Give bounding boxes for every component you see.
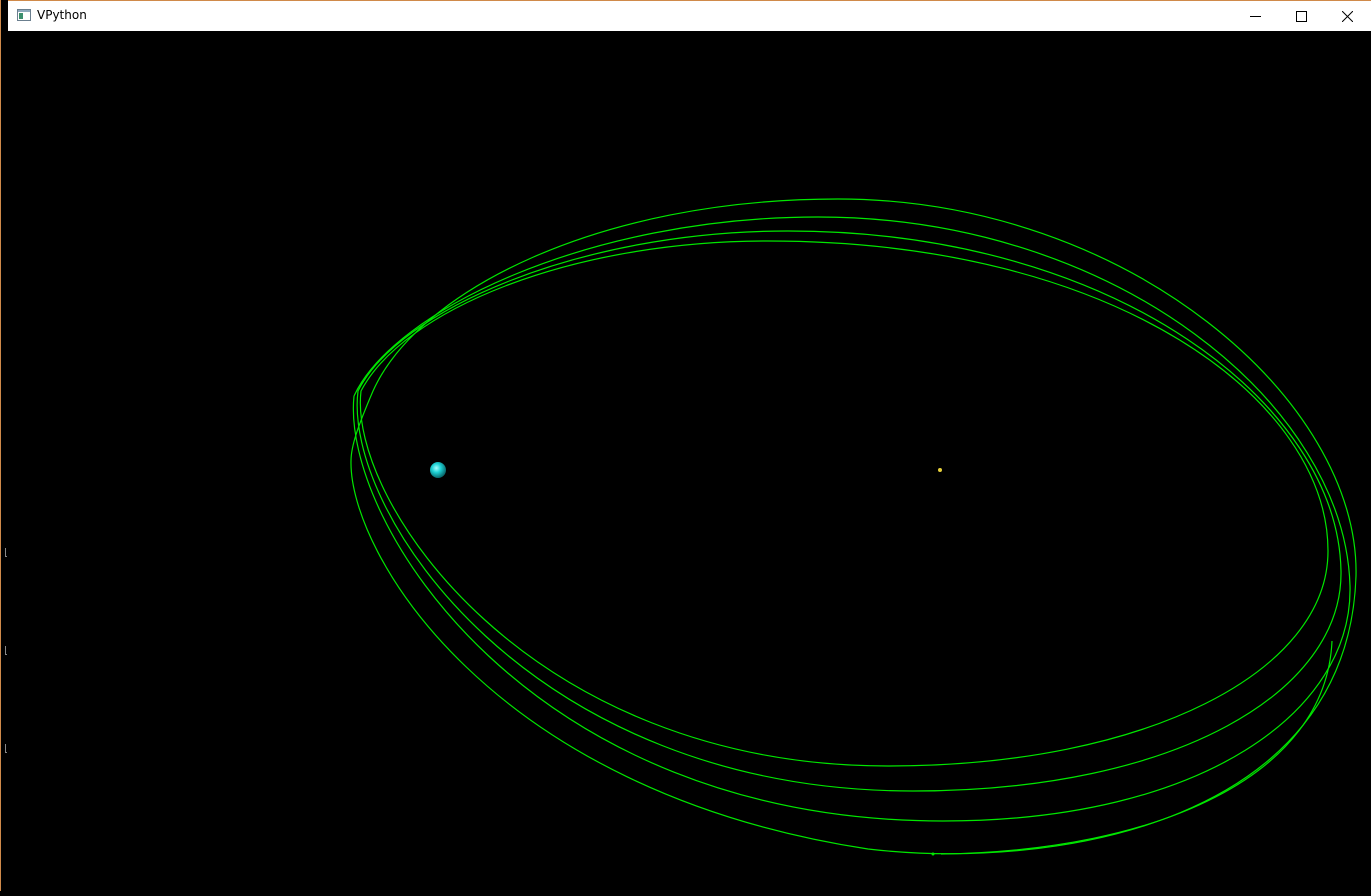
minimize-icon [1249,15,1261,17]
maximize-button[interactable] [1278,1,1324,31]
minimize-button[interactable] [1232,1,1278,31]
close-icon [1341,10,1353,22]
background-glyph [5,548,7,557]
orbit-trail [352,216,1351,822]
planet-sphere [430,462,446,478]
star-sphere [938,468,942,472]
scene-svg [350,198,1357,856]
maximize-icon [1295,10,1307,22]
orbit-trail [359,240,1329,767]
window-title: VPython [37,8,87,22]
3d-scene-canvas[interactable] [8,31,1371,891]
orbit-trail [940,640,1333,855]
close-button[interactable] [1324,1,1370,31]
orbit-trail [356,230,1342,792]
orbit-trail [350,198,1357,855]
vpython-window-icon [17,9,31,21]
vpython-window: VPython [8,0,1371,891]
background-glyph [5,646,7,655]
orbit-trails [350,198,1357,855]
probe-marker [931,852,935,856]
background-glyph [5,744,7,753]
background-window-edge [0,0,8,891]
title-bar[interactable]: VPython [8,0,1371,31]
